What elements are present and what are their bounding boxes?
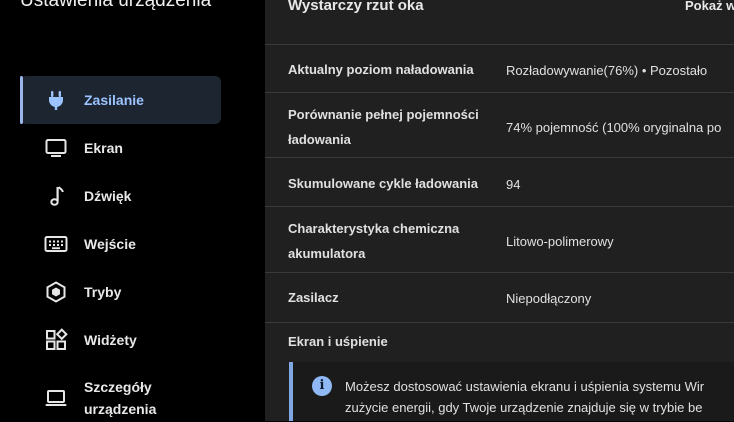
row-value: Niepodłączony: [506, 291, 592, 306]
main-panel: Wystarczy rzut oka Pokaż w Aktualny pozi…: [265, 0, 734, 421]
table-row: Charakterystyka chemiczna akumulatora Li…: [265, 206, 734, 273]
sidebar-item-ekran[interactable]: Ekran: [20, 124, 221, 172]
row-label: Aktualny poziom naładowania: [288, 62, 474, 77]
row-value: 94: [506, 177, 521, 192]
show-more-link[interactable]: Pokaż w: [685, 0, 734, 13]
sidebar-item-dzwiek[interactable]: Dźwięk: [20, 172, 221, 220]
row-label: Zasilacz: [288, 290, 339, 305]
sidebar-item-label: Wejście: [84, 236, 136, 252]
glance-title: Wystarczy rzut oka: [288, 0, 424, 14]
sidebar-item-label: Zasilanie: [84, 92, 144, 108]
sidebar-item-szczegoly-urzadzenia[interactable]: Szczegóły urządzenia: [20, 374, 221, 422]
sidebar-item-label: Ekran: [84, 140, 123, 156]
laptop-icon: [45, 390, 67, 406]
hexagon-icon: [46, 281, 66, 303]
sidebar-item-label: Szczegóły urządzenia: [84, 379, 157, 417]
sidebar: Ustawienia urządzenia Zasilanie Ekran Dź…: [0, 0, 265, 421]
info-text: Możesz dostosować ustawienia ekranu i uś…: [345, 376, 704, 418]
table-row: Aktualny poziom naładowania Rozładowywan…: [265, 44, 734, 93]
info-box: i Możesz dostosować ustawienia ekranu i …: [289, 362, 734, 421]
section-title: Ekran i uśpienie: [288, 334, 388, 349]
table-row: Skumulowane cykle ładowania 94: [265, 157, 734, 207]
info-line-2: zużycie energii, gdy Twoje urządzenie zn…: [345, 400, 703, 415]
row-value: Rozładowywanie(76%) • Pozostało: [506, 63, 708, 78]
keyboard-icon: [44, 236, 68, 252]
sidebar-item-tryby[interactable]: Tryby: [20, 268, 221, 316]
monitor-icon: [45, 139, 67, 157]
row-label: Skumulowane cykle ładowania: [288, 176, 479, 191]
table-row: Porównanie pełnej pojemności ładowania 7…: [265, 92, 734, 158]
sidebar-item-widzety[interactable]: Widżety: [20, 316, 221, 364]
row-value: Litowo-polimerowy: [506, 234, 614, 249]
sidebar-item-label: Tryby: [84, 284, 122, 300]
row-value: 74% pojemność (100% oryginalna po: [506, 120, 722, 135]
widgets-icon: [46, 328, 68, 350]
row-label: Porównanie pełnej pojemności ładowania: [288, 107, 479, 147]
app-title: Ustawienia urządzenia: [20, 0, 212, 11]
active-indicator: [20, 76, 23, 124]
plug-icon: [49, 91, 63, 110]
table-row: Zasilacz Niepodłączony: [265, 272, 734, 323]
row-label: Charakterystyka chemiczna akumulatora: [288, 221, 460, 261]
sidebar-item-wejscie[interactable]: Wejście: [20, 220, 221, 268]
sidebar-item-zasilanie[interactable]: Zasilanie: [20, 76, 221, 124]
music-note-icon: [50, 186, 64, 206]
sidebar-item-label: Dźwięk: [84, 188, 132, 204]
info-line-1: Możesz dostosować ustawienia ekranu i uś…: [345, 379, 705, 394]
sidebar-item-label: Widżety: [84, 332, 137, 348]
info-icon: i: [312, 376, 332, 396]
